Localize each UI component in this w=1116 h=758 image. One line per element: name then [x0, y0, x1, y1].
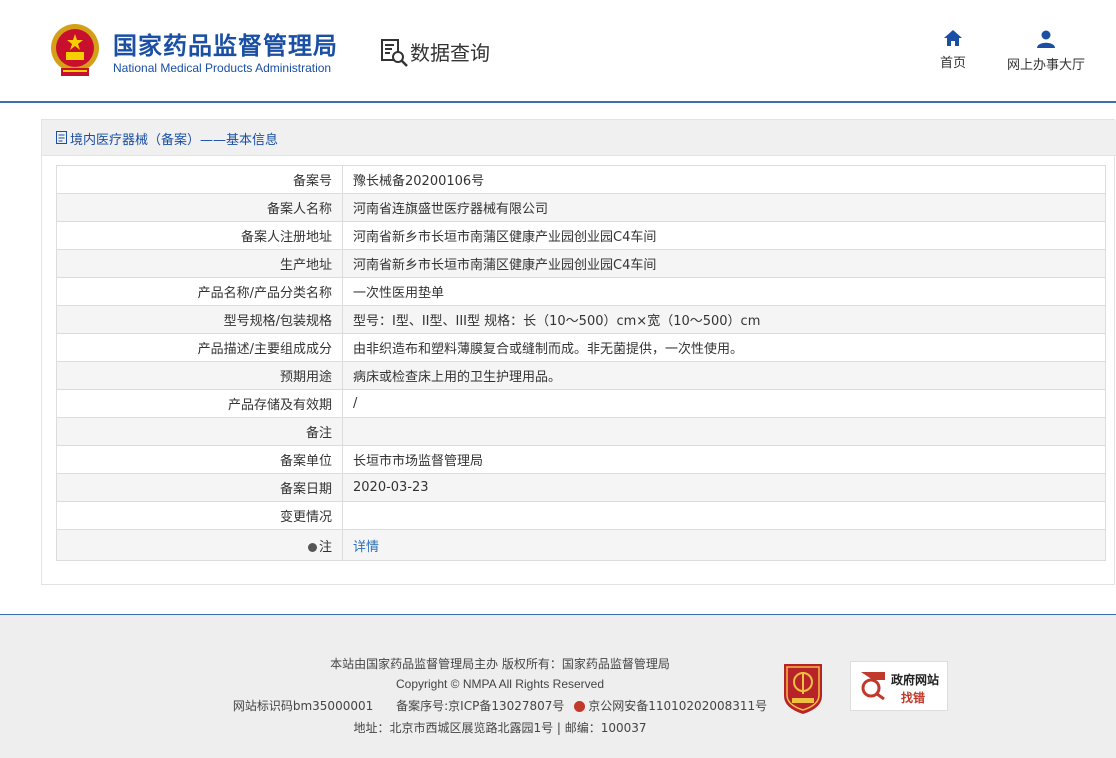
row-label: 备案日期 — [56, 473, 343, 502]
row-label: 产品名称/产品分类名称 — [56, 277, 343, 306]
nav-home[interactable]: 首页 — [930, 30, 976, 71]
police-badge-icon — [574, 701, 586, 712]
panel-title: 境内医疗器械（备案）——基本信息 — [70, 133, 279, 148]
row-value — [342, 501, 1106, 530]
footer-site-id: 网站标识码bm35000001 — [232, 699, 374, 713]
data-query-icon — [381, 39, 408, 67]
magnifier-error-icon — [861, 672, 885, 700]
footer-police[interactable]: 京公网安备11010202008311号 — [588, 699, 767, 713]
table-row: 产品名称/产品分类名称 一次性医用垫单 — [56, 277, 1106, 306]
home-icon — [944, 30, 962, 46]
row-value: / — [342, 389, 1106, 418]
site-footer: 本站由国家药品监督管理局主办 版权所有：国家药品监督管理局 Copyright … — [0, 615, 1116, 758]
gov-site-error-report-badge[interactable]: 政府网站 找错 — [850, 661, 948, 711]
note-label: 注 — [318, 539, 332, 555]
row-label: 备案号 — [56, 165, 343, 194]
nav-hall-label: 网上办事大厅 — [1006, 58, 1085, 73]
org-name-cn: 国家药品监督管理局 — [113, 32, 338, 60]
row-label: 预期用途 — [56, 361, 343, 390]
row-label: 变更情况 — [56, 501, 343, 530]
table-row: 产品描述/主要组成成分 由非织造布和塑料薄膜复合或缝制而成。非无菌提供，一次性使… — [56, 333, 1106, 362]
row-label: 备案单位 — [56, 445, 343, 474]
row-value: 型号：I型、II型、III型 规格：长（10～500）cm×宽（10～500）c… — [342, 305, 1106, 334]
table-row: 变更情况 — [56, 501, 1106, 530]
document-icon — [56, 131, 67, 144]
data-query-title: 数据查询 — [410, 41, 490, 65]
row-value — [342, 417, 1106, 446]
device-info-table: 备案号 豫长械备20200106号 备案人名称 河南省连旗盛世医疗器械有限公司 … — [56, 165, 1106, 561]
org-name-en: National Medical Products Administration — [113, 61, 332, 75]
panel-title-bar: 境内医疗器械（备案）——基本信息 — [42, 120, 1116, 156]
row-value: 由非织造布和塑料薄膜复合或缝制而成。非无菌提供，一次性使用。 — [342, 333, 1106, 362]
table-row: 产品存储及有效期 / — [56, 389, 1106, 418]
row-value: 河南省新乡市长垣市南蒲区健康产业园创业园C4车间 — [342, 249, 1106, 278]
row-value: 病床或检查床上用的卫生护理用品。 — [342, 361, 1106, 390]
row-value: 一次性医用垫单 — [342, 277, 1106, 306]
row-label: 生产地址 — [56, 249, 343, 278]
row-value: 河南省连旗盛世医疗器械有限公司 — [342, 193, 1106, 222]
user-icon — [1037, 30, 1055, 48]
table-row: 预期用途 病床或检查床上用的卫生护理用品。 — [56, 361, 1106, 390]
table-row: 备注 — [56, 417, 1106, 446]
row-value: 豫长械备20200106号 — [342, 165, 1106, 194]
gov-badge-title: 政府网站 — [891, 673, 940, 687]
row-label: 备案人注册地址 — [56, 221, 343, 250]
table-row: 备案日期 2020-03-23 — [56, 473, 1106, 502]
national-emblem-icon — [51, 24, 99, 76]
party-government-badge-icon[interactable] — [780, 660, 826, 714]
details-link[interactable]: 详情 — [353, 540, 379, 555]
note-label-cell: 注 — [56, 529, 343, 561]
table-row: 备案单位 长垣市市场监督管理局 — [56, 445, 1106, 474]
note-bulb-icon — [307, 542, 317, 552]
gov-badge-subtitle: 找错 — [901, 691, 926, 705]
nav-home-label: 首页 — [939, 56, 966, 71]
footer-icp[interactable]: 备案序号:京ICP备13027807号 — [396, 699, 564, 713]
footer-address: 地址：北京市西城区展览路北露园1号 | 邮编：100037 — [353, 721, 647, 735]
site-header: 国家药品监督管理局 National Medical Products Admi… — [0, 0, 1116, 102]
row-label: 型号规格/包装规格 — [56, 305, 343, 334]
table-row-note: 注 详情 — [56, 529, 1106, 561]
row-label: 产品描述/主要组成成分 — [56, 333, 343, 362]
row-value: 长垣市市场监督管理局 — [342, 445, 1106, 474]
row-value: 2020-03-23 — [342, 473, 1106, 502]
basic-info-panel: 境内医疗器械（备案）——基本信息 备案号 豫长械备20200106号 备案人名称… — [41, 119, 1116, 585]
note-value-cell: 详情 — [342, 529, 1106, 561]
table-row: 生产地址 河南省新乡市长垣市南蒲区健康产业园创业园C4车间 — [56, 249, 1106, 278]
row-label: 备注 — [56, 417, 343, 446]
nav-online-service-hall[interactable]: 网上办事大厅 — [1000, 30, 1092, 73]
table-row: 备案人名称 河南省连旗盛世医疗器械有限公司 — [56, 193, 1106, 222]
row-label: 产品存储及有效期 — [56, 389, 343, 418]
row-label: 备案人名称 — [56, 193, 343, 222]
table-row: 备案号 豫长械备20200106号 — [56, 165, 1106, 194]
header-divider — [0, 101, 1116, 103]
table-row: 型号规格/包装规格 型号：I型、II型、III型 规格：长（10～500）cm×… — [56, 305, 1106, 334]
row-value: 河南省新乡市长垣市南蒲区健康产业园创业园C4车间 — [342, 221, 1106, 250]
table-row: 备案人注册地址 河南省新乡市长垣市南蒲区健康产业园创业园C4车间 — [56, 221, 1106, 250]
